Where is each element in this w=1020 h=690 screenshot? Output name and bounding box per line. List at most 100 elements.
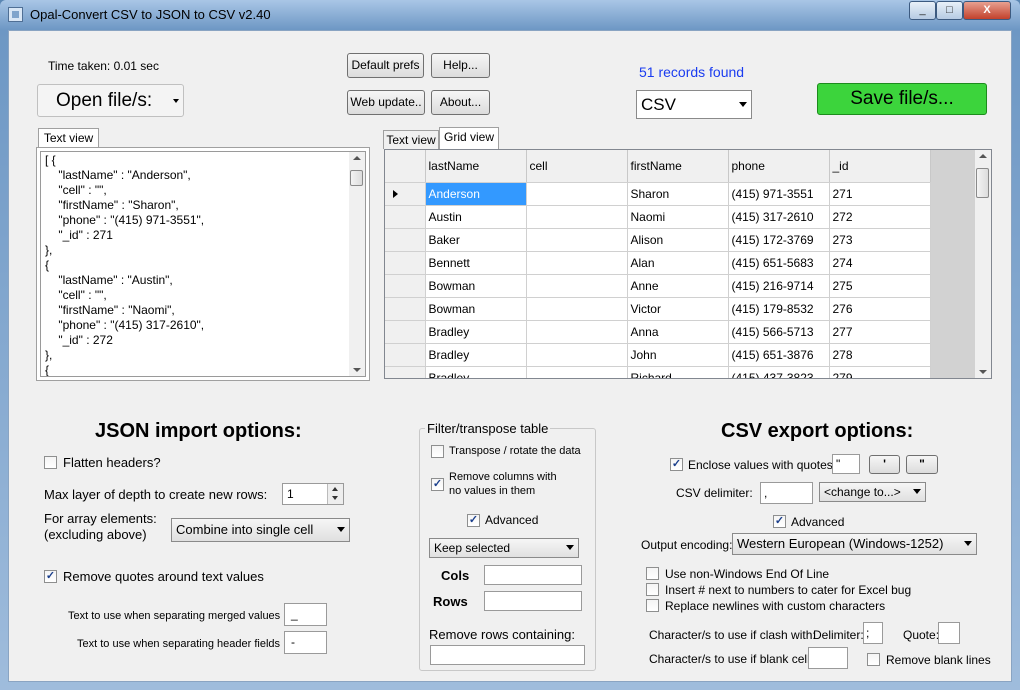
table-row[interactable]: Bowman Anne (415) 216-9714 275 xyxy=(385,274,931,298)
tab-text-view-left[interactable]: Text view xyxy=(38,128,99,148)
maximize-button[interactable]: □ xyxy=(936,1,963,20)
table-row[interactable]: Bradley Richard (415) 437-3823 279 xyxy=(385,366,931,378)
grid-cell[interactable]: Anne xyxy=(627,274,729,298)
grid-cell[interactable] xyxy=(526,228,628,252)
grid-cell[interactable]: Austin xyxy=(425,205,527,229)
save-file-button[interactable]: Save file/s... xyxy=(817,83,987,115)
grid-cell[interactable] xyxy=(526,274,628,298)
about-button[interactable]: About... xyxy=(431,90,490,115)
grid-cell[interactable]: Anna xyxy=(627,320,729,344)
grid-cell[interactable]: Anderson xyxy=(425,182,527,206)
tab-text-view-right[interactable]: Text view xyxy=(383,130,439,149)
table-row[interactable]: Bradley Anna (415) 566-5713 277 xyxy=(385,320,931,344)
chevron-down-icon[interactable] xyxy=(332,496,338,500)
row-header[interactable] xyxy=(385,343,426,367)
table-row[interactable]: Bowman Victor (415) 179-8532 276 xyxy=(385,297,931,321)
table-row[interactable]: Baker Alison (415) 172-3769 273 xyxy=(385,228,931,252)
grid-cell[interactable]: Alison xyxy=(627,228,729,252)
table-row[interactable]: Anderson Sharon (415) 971-3551 271 xyxy=(385,182,931,206)
grid-cell[interactable]: Sharon xyxy=(627,182,729,206)
minimize-button[interactable]: _ xyxy=(909,1,936,20)
remove-columns-checkbox[interactable]: ✓ xyxy=(431,478,444,491)
grid-cell[interactable] xyxy=(526,320,628,344)
format-select[interactable]: CSV xyxy=(636,90,752,119)
row-header[interactable] xyxy=(385,205,426,229)
scroll-thumb[interactable] xyxy=(976,168,989,198)
grid-cell[interactable]: Bennett xyxy=(425,251,527,275)
help-button[interactable]: Help... xyxy=(431,53,490,78)
row-header[interactable] xyxy=(385,320,426,344)
grid-cell[interactable] xyxy=(526,182,628,206)
grid-cell[interactable]: 272 xyxy=(829,205,931,229)
open-file-button[interactable]: Open file/s: xyxy=(37,84,184,117)
grid-cell[interactable]: 273 xyxy=(829,228,931,252)
chevron-down-icon[interactable] xyxy=(979,370,987,374)
row-header[interactable] xyxy=(385,366,426,378)
grid-cell[interactable]: Bowman xyxy=(425,274,527,298)
json-scrollbar[interactable] xyxy=(349,152,365,376)
grid-cell[interactable]: 274 xyxy=(829,251,931,275)
grid-cell[interactable]: (415) 566-5713 xyxy=(728,320,830,344)
row-header-corner[interactable] xyxy=(385,150,426,183)
table-row[interactable]: Austin Naomi (415) 317-2610 272 xyxy=(385,205,931,229)
grid-cell[interactable]: 276 xyxy=(829,297,931,321)
chevron-up-icon[interactable] xyxy=(353,156,361,160)
row-header[interactable] xyxy=(385,274,426,298)
stepper-arrows[interactable] xyxy=(327,484,343,504)
column-header[interactable]: lastName xyxy=(425,150,527,183)
csv-delimiter-input[interactable]: , xyxy=(760,482,813,504)
row-header[interactable] xyxy=(385,182,426,206)
grid-cell[interactable]: Naomi xyxy=(627,205,729,229)
column-header[interactable]: firstName xyxy=(627,150,729,183)
grid-cell[interactable]: (415) 651-5683 xyxy=(728,251,830,275)
remove-quotes-checkbox[interactable]: ✓ xyxy=(44,570,57,583)
grid-cell[interactable]: Alan xyxy=(627,251,729,275)
grid-cell[interactable]: (415) 651-3876 xyxy=(728,343,830,367)
grid-cell[interactable] xyxy=(526,205,628,229)
grid-cell[interactable]: Bradley xyxy=(425,320,527,344)
row-header[interactable] xyxy=(385,297,426,321)
grid-cell[interactable]: (415) 317-2610 xyxy=(728,205,830,229)
grid-cell[interactable]: Victor xyxy=(627,297,729,321)
grid-cell[interactable]: Baker xyxy=(425,228,527,252)
grid-cell[interactable]: Bowman xyxy=(425,297,527,321)
remove-rows-input[interactable] xyxy=(430,645,585,665)
remove-blank-lines-checkbox[interactable] xyxy=(867,653,880,666)
grid-cell[interactable]: Richard xyxy=(627,366,729,378)
json-text-area[interactable]: [ { "lastName" : "Anderson", "cell" : ""… xyxy=(40,151,366,377)
clash-quote-input[interactable] xyxy=(938,622,960,644)
enclose-quotes-input[interactable]: " xyxy=(832,454,860,474)
transpose-checkbox[interactable] xyxy=(431,445,444,458)
grid-cell[interactable]: 279 xyxy=(829,366,931,378)
enclose-quotes-checkbox[interactable]: ✓ xyxy=(670,458,683,471)
single-quote-button[interactable]: ' xyxy=(869,455,900,474)
grid-cell[interactable]: (415) 437-3823 xyxy=(728,366,830,378)
double-quote-button[interactable]: " xyxy=(906,455,938,474)
grid-cell[interactable]: (415) 216-9714 xyxy=(728,274,830,298)
chevron-down-icon[interactable] xyxy=(353,368,361,372)
scroll-thumb[interactable] xyxy=(350,170,363,186)
grid-cell[interactable]: (415) 179-8532 xyxy=(728,297,830,321)
encoding-select[interactable]: Western European (Windows-1252) xyxy=(732,533,977,555)
table-row[interactable]: Bennett Alan (415) 651-5683 274 xyxy=(385,251,931,275)
grid-scrollbar[interactable] xyxy=(975,150,991,378)
grid-cell[interactable]: 278 xyxy=(829,343,931,367)
chevron-up-icon[interactable] xyxy=(332,487,338,491)
array-elements-select[interactable]: Combine into single cell xyxy=(171,518,350,542)
web-update-button[interactable]: Web update.. xyxy=(347,90,425,115)
csv-advanced-checkbox[interactable]: ✓ xyxy=(773,515,786,528)
grid-cell[interactable]: 271 xyxy=(829,182,931,206)
max-depth-stepper[interactable]: 1 xyxy=(282,483,344,505)
keep-selected-select[interactable]: Keep selected xyxy=(429,538,579,558)
blank-cell-input[interactable] xyxy=(808,647,848,669)
merged-values-input[interactable]: _ xyxy=(284,603,327,626)
filter-advanced-checkbox[interactable]: ✓ xyxy=(467,514,480,527)
grid-cell[interactable]: John xyxy=(627,343,729,367)
chevron-down-icon[interactable] xyxy=(173,99,179,103)
header-fields-input[interactable]: - xyxy=(284,631,327,654)
change-delimiter-select[interactable]: <change to...> xyxy=(819,482,926,502)
grid-cell[interactable]: Bradley xyxy=(425,366,527,378)
column-header[interactable]: cell xyxy=(526,150,628,183)
chevron-up-icon[interactable] xyxy=(979,154,987,158)
grid-cell[interactable]: 275 xyxy=(829,274,931,298)
